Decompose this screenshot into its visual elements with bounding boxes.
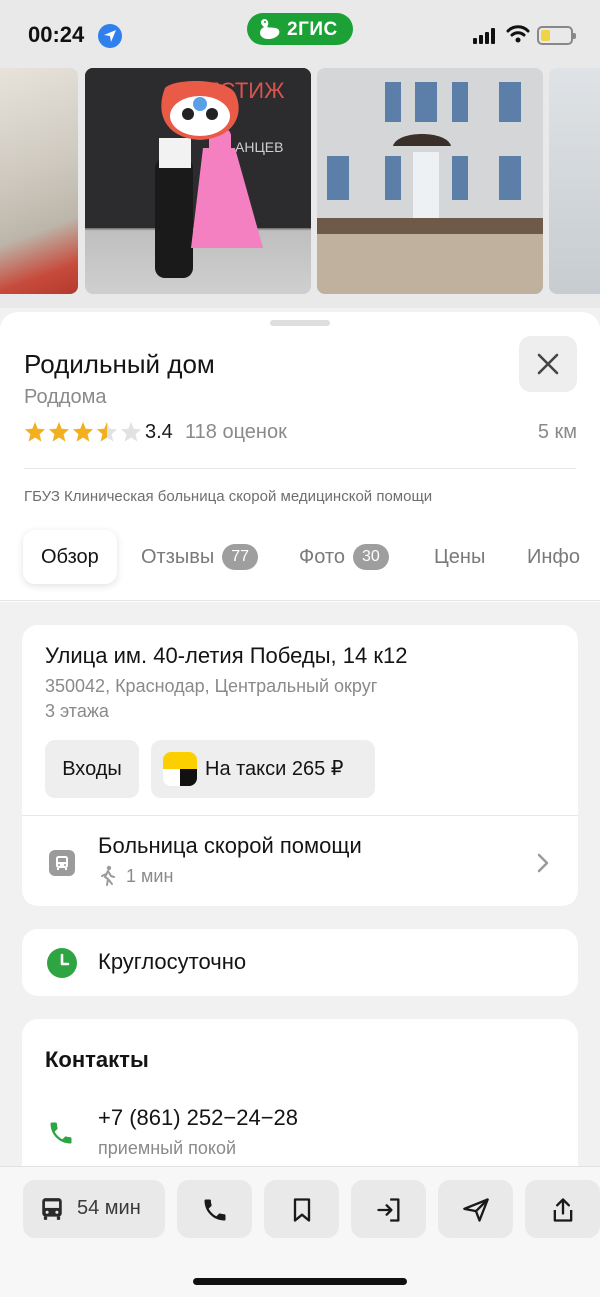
- bus-stop-icon: [49, 850, 75, 876]
- share-icon: [553, 1198, 573, 1222]
- entrances-button[interactable]: Входы: [45, 740, 139, 798]
- tab-label: Отзывы: [141, 546, 215, 568]
- opening-hours: Круглосуточно: [98, 949, 247, 974]
- star-icon: [24, 421, 46, 442]
- place-title: Родильный дом: [24, 349, 215, 379]
- navigate-button[interactable]: [438, 1180, 513, 1238]
- walking-icon: [101, 865, 115, 886]
- call-button[interactable]: [177, 1180, 252, 1238]
- nearest-stop-name[interactable]: Больница скорой помощи: [98, 833, 362, 859]
- bookmark-icon: [293, 1198, 311, 1222]
- close-icon: [537, 353, 559, 375]
- tab-photos[interactable]: Фото 30: [299, 530, 389, 584]
- star-icon: [72, 421, 94, 442]
- walk-time: 1 мин: [126, 866, 174, 886]
- entrance-button[interactable]: [351, 1180, 426, 1238]
- action-bar: 54 мин: [0, 1166, 600, 1297]
- photos-count-badge: 30: [352, 544, 389, 570]
- address-city: 350042, Краснодар, Центральный округ: [45, 676, 378, 696]
- address-street[interactable]: Улица им. 40-летия Победы, 14 к12: [45, 643, 407, 669]
- taxi-button[interactable]: На такси 265 ₽: [151, 740, 375, 798]
- home-indicator[interactable]: [193, 1278, 407, 1285]
- share-button[interactable]: [525, 1180, 600, 1238]
- send-arrow-icon: [463, 1198, 489, 1222]
- gallery-photo[interactable]: ЕСТИЖ АНЦЕВ: [85, 68, 311, 294]
- star-icon: [48, 421, 70, 442]
- route-time: 54 мин: [77, 1197, 141, 1219]
- phone-number[interactable]: +7 (861) 252−24−28: [98, 1105, 298, 1131]
- status-bar: 00:24 2ГИС: [0, 0, 600, 68]
- tab-label: Обзор: [41, 546, 99, 568]
- address-floors: 3 этажа: [45, 701, 109, 721]
- goose-icon: [260, 19, 280, 40]
- rating-value: 3.4: [145, 421, 173, 443]
- brand-name: 2ГИС: [287, 19, 338, 40]
- yandex-taxi-icon: [163, 752, 197, 786]
- tab-label: Фото: [299, 546, 345, 568]
- chevron-right-icon[interactable]: [536, 852, 550, 874]
- tab-bar: Обзор Отзывы 77 Фото 30 Цены Инфо: [0, 530, 600, 586]
- empty-star-icon: [120, 421, 142, 442]
- brand-logo[interactable]: 2ГИС: [247, 13, 353, 45]
- gallery-photo[interactable]: [317, 68, 543, 294]
- hours-card[interactable]: Круглосуточно: [22, 929, 578, 996]
- tab-prices[interactable]: Цены: [434, 530, 485, 584]
- distance: 5 км: [537, 421, 577, 443]
- location-arrow-icon: [98, 24, 122, 48]
- rating-count[interactable]: 118 оценок: [185, 421, 287, 444]
- clock-icon: [47, 948, 77, 978]
- tab-label: Инфо: [527, 546, 580, 568]
- close-button[interactable]: [519, 336, 577, 392]
- contacts-title: Контакты: [45, 1047, 149, 1072]
- tab-reviews[interactable]: Отзывы 77: [141, 530, 259, 584]
- taxi-label: На такси 265 ₽: [205, 758, 344, 780]
- photo-gallery[interactable]: ЕСТИЖ АНЦЕВ: [0, 68, 600, 308]
- tab-info[interactable]: Инфо: [527, 530, 580, 584]
- organization-name[interactable]: ГБУЗ Клиническая больница скорой медицин…: [24, 488, 432, 505]
- phone-icon: [204, 1199, 226, 1221]
- phone-note: приемный покой: [98, 1138, 237, 1158]
- route-button[interactable]: 54 мин: [23, 1180, 165, 1238]
- phone-icon: [50, 1122, 72, 1144]
- tab-label: Цены: [434, 546, 486, 568]
- wifi-icon: [506, 25, 530, 43]
- tab-overview[interactable]: Обзор: [23, 530, 117, 584]
- status-time: 00:24: [28, 22, 85, 47]
- svg-text:АНЦЕВ: АНЦЕВ: [235, 139, 283, 155]
- divider: [0, 600, 600, 601]
- divider: [24, 468, 576, 469]
- half-star-icon: [96, 421, 118, 442]
- battery-icon: [537, 26, 576, 45]
- place-category[interactable]: Роддома: [24, 386, 106, 409]
- divider: [22, 815, 578, 816]
- bus-icon: [42, 1198, 62, 1220]
- enter-icon: [377, 1198, 400, 1222]
- bookmark-button[interactable]: [264, 1180, 339, 1238]
- signal-icon: [473, 28, 499, 44]
- place-card: Родильный дом Роддома 3.4 118 оценок 5 к…: [0, 312, 600, 602]
- gallery-photo[interactable]: [549, 68, 600, 294]
- gallery-photo[interactable]: [0, 68, 78, 294]
- address-card: Улица им. 40-летия Победы, 14 к12 350042…: [22, 625, 578, 906]
- reviews-count-badge: 77: [222, 544, 259, 570]
- sheet-grabber[interactable]: [270, 320, 330, 326]
